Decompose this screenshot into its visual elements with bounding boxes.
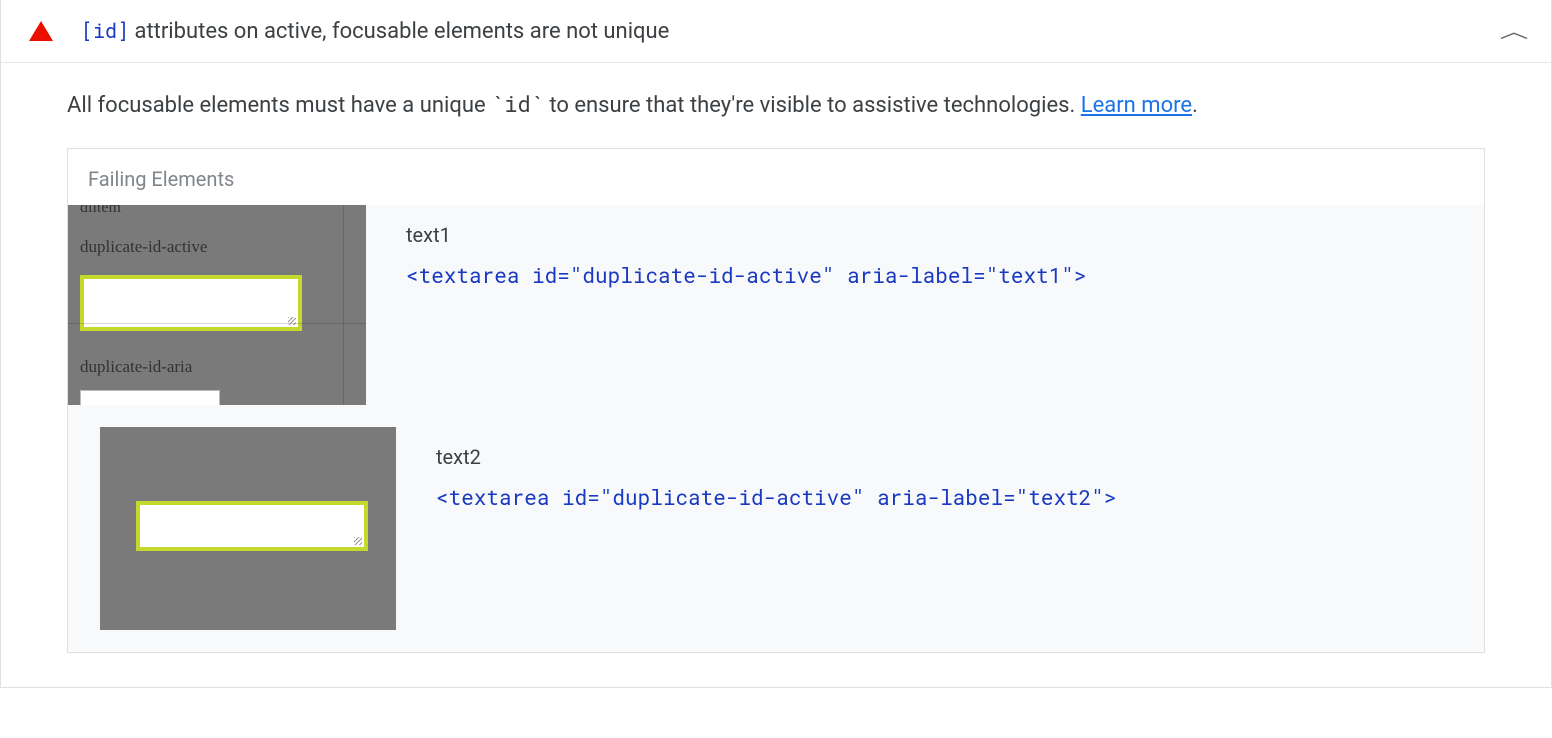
chevron-up-icon[interactable]: ︿: [1500, 18, 1529, 44]
failing-element-detail: text1 <textarea id="duplicate-id-active"…: [406, 205, 1087, 289]
audit-header[interactable]: [id] attributes on active, focusable ele…: [1, 0, 1551, 63]
failing-element-row[interactable]: dlitem duplicate-id-active duplicate-id-…: [68, 205, 1484, 427]
failing-element-row[interactable]: text2 <textarea id="duplicate-id-active"…: [68, 427, 1484, 652]
failing-element-label: text2: [436, 445, 1117, 469]
failing-elements-list: dlitem duplicate-id-active duplicate-id-…: [68, 205, 1484, 652]
thumb-divider: [343, 205, 344, 405]
failing-element-detail: text2 <textarea id="duplicate-id-active"…: [436, 427, 1117, 511]
audit-title: [id] attributes on active, focusable ele…: [81, 18, 1505, 44]
failing-elements-heading: Failing Elements: [68, 149, 1484, 205]
learn-more-link[interactable]: Learn more: [1081, 93, 1192, 118]
audit-description: All focusable elements must have a uniqu…: [67, 87, 1485, 122]
description-suffix: to ensure that they're visible to assist…: [544, 93, 1081, 118]
element-thumbnail: [100, 427, 396, 630]
failing-element-code: <textarea id="duplicate-id-active" aria-…: [436, 483, 1117, 511]
thumb-text: dlitem: [80, 205, 121, 217]
element-thumbnail: dlitem duplicate-id-active duplicate-id-…: [68, 205, 366, 405]
description-prefix: All focusable elements must have a uniqu…: [67, 93, 491, 118]
thumb-text: duplicate-id-aria: [80, 357, 192, 377]
description-period: .: [1192, 93, 1198, 118]
audit-title-text: attributes on active, focusable elements…: [129, 19, 669, 44]
failing-element-label: text1: [406, 223, 1087, 247]
thumb-divider: [68, 323, 366, 324]
audit-body: All focusable elements must have a uniqu…: [1, 63, 1551, 687]
thumb-text: duplicate-id-active: [80, 237, 207, 257]
thumb-highlight-box: [136, 501, 368, 551]
failing-element-code: <textarea id="duplicate-id-active" aria-…: [406, 261, 1087, 289]
audit-title-code: [id]: [81, 18, 129, 44]
audit-item: [id] attributes on active, focusable ele…: [0, 0, 1552, 688]
thumb-box: [80, 390, 220, 405]
error-triangle-icon: [29, 21, 53, 41]
description-code: `id`: [491, 89, 544, 118]
failing-elements-box: Failing Elements dlitem duplicate-id-act…: [67, 148, 1485, 653]
